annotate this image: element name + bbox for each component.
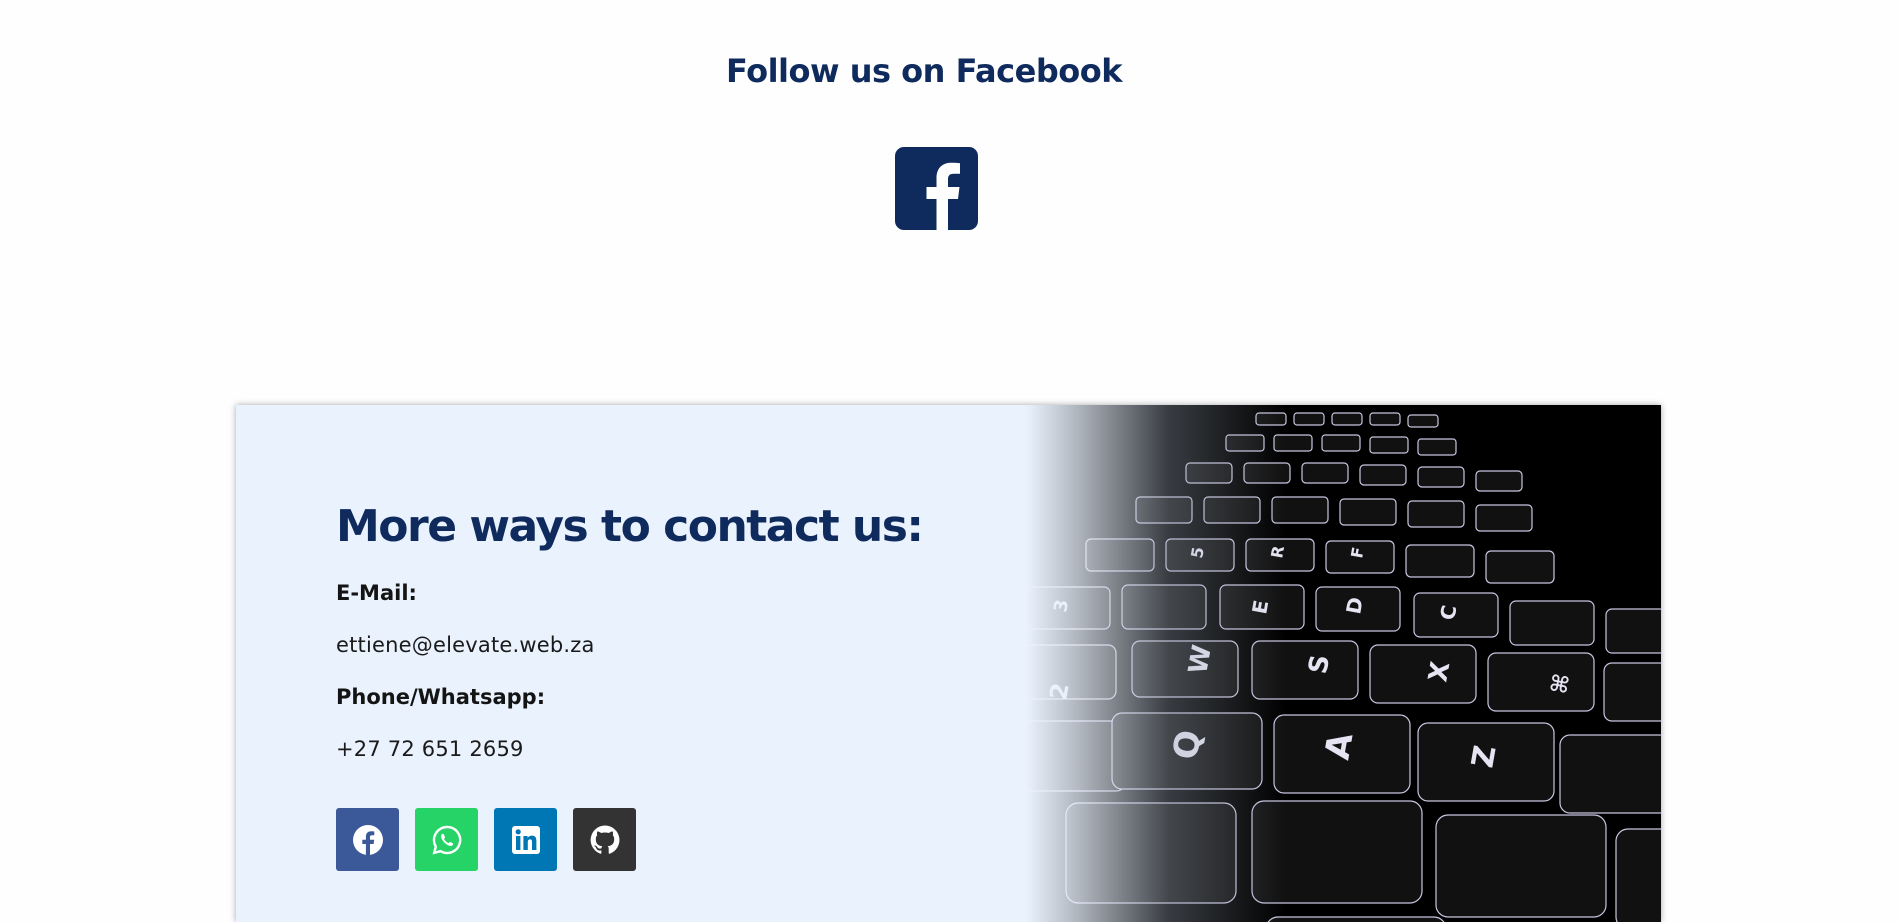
whatsapp-icon <box>432 825 461 854</box>
facebook-follow-link[interactable] <box>895 147 978 230</box>
linkedin-button[interactable] <box>494 808 557 871</box>
github-icon <box>590 825 619 854</box>
social-icons <box>336 808 636 871</box>
facebook-square-icon <box>926 162 960 230</box>
keyboard-image: F R 5 D E C 3 W S X ⌘ 2 Q A Z <box>1026 405 1661 922</box>
email-label: E-Mail: <box>336 581 417 605</box>
image-fade-overlay <box>1026 405 1286 922</box>
email-value[interactable]: ettiene@elevate.web.za <box>336 633 595 657</box>
linkedin-icon <box>511 825 540 854</box>
whatsapp-button[interactable] <box>415 808 478 871</box>
phone-value[interactable]: +27 72 651 2659 <box>336 737 524 761</box>
github-button[interactable] <box>573 808 636 871</box>
contact-card: F R 5 D E C 3 W S X ⌘ 2 Q A Z More ways … <box>236 405 1661 922</box>
facebook-icon <box>352 824 383 855</box>
follow-facebook-heading: Follow us on Facebook <box>726 52 1122 90</box>
phone-label: Phone/Whatsapp: <box>336 685 546 709</box>
contact-heading: More ways to contact us: <box>336 501 924 552</box>
svg-text:⌘: ⌘ <box>1547 672 1575 696</box>
facebook-button[interactable] <box>336 808 399 871</box>
